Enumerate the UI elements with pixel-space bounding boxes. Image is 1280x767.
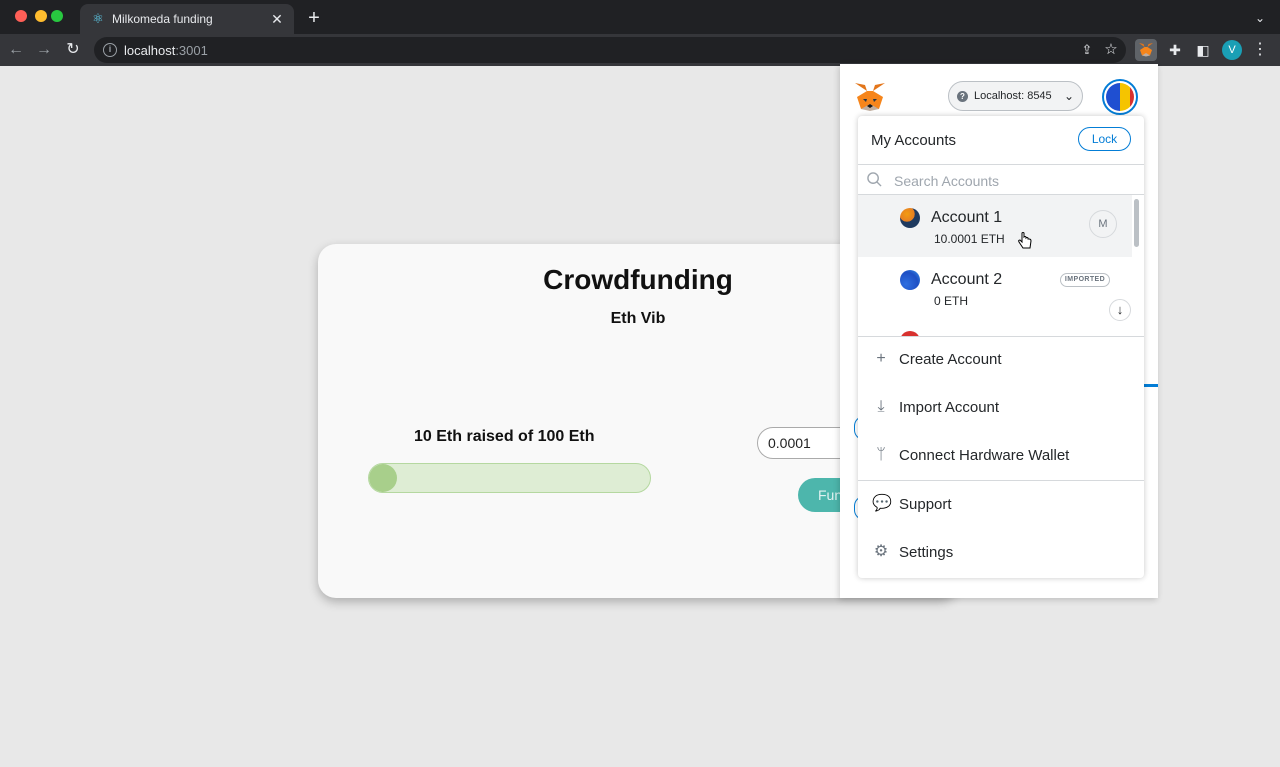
- import-account-button[interactable]: ⤓ Import Account: [858, 384, 1144, 432]
- network-label: Localhost: 8545: [974, 90, 1052, 102]
- search-accounts-field[interactable]: Search Accounts: [858, 164, 1144, 195]
- maximize-window-button[interactable]: [51, 10, 63, 22]
- account-item-1[interactable]: Account 1 10.0001 ETH M: [858, 195, 1132, 257]
- account-name: Account 1: [931, 209, 1003, 226]
- browser-toolbar: ← → ↻ i localhost:3001 ⇪ ☆ ✚ ◧ V ⋮: [0, 34, 1280, 66]
- chevron-down-icon: ⌄: [1063, 89, 1074, 103]
- progress-fill: [369, 464, 398, 492]
- react-atom-icon: ⚛: [92, 11, 104, 26]
- side-panel-icon[interactable]: ◧: [1192, 39, 1214, 61]
- gear-icon: ⚙: [873, 543, 889, 560]
- account-name: Account 2: [931, 271, 1003, 288]
- account-identicon: [900, 208, 920, 228]
- profile-avatar[interactable]: V: [1222, 40, 1242, 60]
- extensions-puzzle-icon[interactable]: ✚: [1164, 39, 1186, 61]
- accounts-menu-header: My Accounts Lock: [858, 116, 1144, 164]
- menu-item-label: Import Account: [899, 399, 1000, 416]
- share-icon[interactable]: ⇪: [1078, 41, 1096, 59]
- support-button[interactable]: 💬 Support: [858, 481, 1144, 529]
- accounts-menu: My Accounts Lock Search Accounts Account…: [858, 116, 1144, 578]
- metamask-extension-icon[interactable]: [1135, 39, 1157, 61]
- tab-title: Milkomeda funding: [112, 12, 213, 26]
- create-account-button[interactable]: + Create Account: [858, 336, 1144, 384]
- forward-arrow-icon[interactable]: →: [33, 39, 55, 61]
- usb-icon: ᛘ: [876, 446, 886, 463]
- new-tab-button[interactable]: +: [304, 7, 324, 29]
- account-balance: 10.0001 ETH: [934, 232, 1005, 246]
- account-badge: M: [1089, 210, 1117, 238]
- lock-button[interactable]: Lock: [1078, 127, 1131, 151]
- close-tab-icon[interactable]: ✕: [268, 10, 286, 28]
- funding-progress-bar: [368, 463, 651, 493]
- raised-text: 10 Eth raised of 100 Eth: [414, 428, 595, 445]
- metamask-fox-logo: [855, 83, 885, 111]
- menu-item-label: Connect Hardware Wallet: [899, 447, 1070, 464]
- browser-tab[interactable]: ⚛ Milkomeda funding ✕: [80, 4, 294, 36]
- menu-item-label: Settings: [899, 544, 954, 561]
- back-arrow-icon[interactable]: ←: [5, 39, 27, 61]
- network-selector[interactable]: ? Localhost: 8545 ⌄: [948, 81, 1083, 111]
- menu-item-label: Support: [899, 496, 952, 513]
- plus-icon: +: [876, 350, 886, 367]
- url-port: :3001: [175, 43, 208, 58]
- search-icon: [867, 172, 882, 187]
- question-icon: ?: [957, 91, 968, 102]
- minimize-window-button[interactable]: [35, 10, 47, 22]
- hand-cursor-icon: [1018, 232, 1032, 249]
- close-window-button[interactable]: [15, 10, 27, 22]
- account-item-2[interactable]: Account 2 0 ETH IMPORTED: [858, 257, 1132, 319]
- address-bar[interactable]: i localhost:3001 ⇪ ☆: [94, 37, 1126, 63]
- connect-hardware-wallet-button[interactable]: ᛘ Connect Hardware Wallet: [858, 432, 1144, 480]
- browser-tabbar: ⚛ Milkomeda funding ✕ + ⌄: [0, 0, 1280, 36]
- account-list: Account 1 10.0001 ETH M Account 2 0 ETH …: [858, 195, 1144, 336]
- accounts-menu-title: My Accounts: [871, 132, 957, 149]
- more-menu-icon[interactable]: ⋮: [1252, 39, 1268, 61]
- bookmark-star-icon[interactable]: ☆: [1102, 41, 1120, 59]
- background-accent-line: [1144, 384, 1158, 387]
- menu-item-label: Create Account: [899, 351, 1002, 368]
- chat-icon: 💬: [872, 495, 892, 512]
- account-avatar[interactable]: [1102, 79, 1138, 115]
- account-balance: 0 ETH: [934, 294, 969, 308]
- chevron-down-icon[interactable]: ⌄: [1250, 8, 1270, 28]
- reload-icon[interactable]: ↻: [62, 39, 84, 61]
- info-icon[interactable]: i: [103, 43, 117, 57]
- imported-badge: IMPORTED: [1060, 273, 1110, 287]
- metamask-popup: ? Localhost: 8545 ⌄ My Accounts Lock Sea…: [840, 64, 1158, 598]
- search-input[interactable]: Search Accounts: [894, 173, 999, 189]
- arrow-down-icon[interactable]: ↓: [1109, 299, 1131, 321]
- account-identicon: [900, 270, 920, 290]
- url-text: localhost:3001: [124, 43, 208, 58]
- settings-button[interactable]: ⚙ Settings: [858, 529, 1144, 577]
- account-list-scrollbar[interactable]: [1134, 199, 1139, 247]
- download-icon: ⤓: [877, 398, 885, 415]
- url-host: localhost: [124, 43, 176, 58]
